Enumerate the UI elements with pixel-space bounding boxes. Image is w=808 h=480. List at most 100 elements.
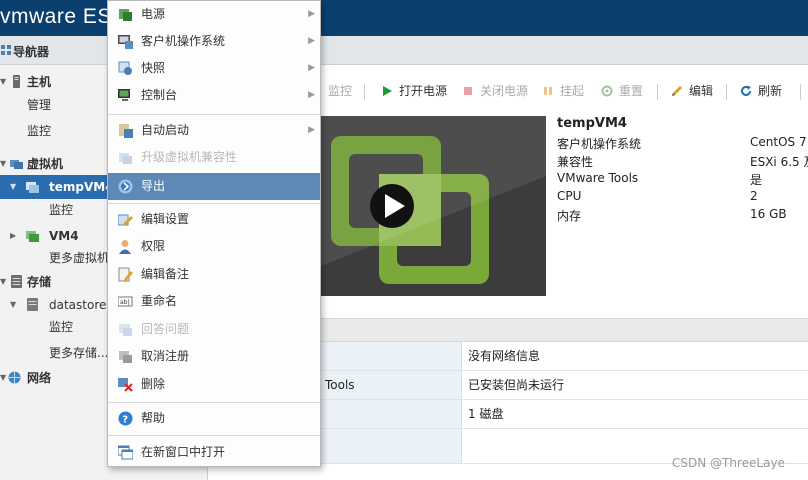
menu-item-answer-question[interactable]: 回答问题 [108,316,320,343]
caret-right-icon[interactable]: ▶ [10,232,18,240]
power-icon [119,9,132,21]
upgrade-icon [119,153,132,164]
nav-item-label: 更多虚拟机 [49,251,110,265]
menu-item-autostart[interactable]: 自动启动 ▶ [108,117,320,144]
menu-item-label: 取消注册 [141,349,190,363]
prop-key-cpu: CPU [557,189,582,203]
menu-item-label: 快照 [141,61,166,75]
navigator-title: 导航器 [13,45,50,59]
menu-item-edit-settings[interactable]: 编辑设置 [108,206,320,233]
caret-down-icon[interactable]: ▼ [0,374,8,382]
menu-item-label: 升级虚拟机兼容性 [141,150,238,164]
toolbar-divider [364,84,365,100]
edit-settings-icon [118,214,133,226]
menu-item-edit-notes[interactable]: 编辑备注 [108,261,320,288]
new-window-icon [118,445,133,460]
guest-os-icon [118,35,133,49]
nav-item-label: 更多存储... [49,346,109,360]
navigator-icon [1,45,11,55]
prop-value-cpu: 2 [750,189,758,203]
nav-item-label: 虚拟机 [27,157,64,171]
vm-icon [26,231,39,242]
menu-item-label: 编辑设置 [141,212,190,226]
refresh-icon [741,85,751,96]
menu-item-rename[interactable]: ab| 重命名 [108,288,320,315]
prop-key-vmware-tools: VMware Tools [557,171,639,185]
prop-value-guest-os: CentOS 7 ( [750,135,808,149]
toolbar-divider [657,84,658,100]
menu-item-label: 重命名 [141,294,178,308]
table-value-cell: 已安装但尚未运行 [462,371,808,400]
menu-item-snapshot[interactable]: 快照 ▶ [108,55,320,82]
menu-item-export[interactable]: 导出 [108,173,320,200]
help-icon: ? [118,411,133,426]
menu-item-open-new-window[interactable]: 在新窗口中打开 [108,439,320,466]
caret-down-icon[interactable]: ▼ [10,183,18,191]
prop-value-memory: 16 GB [750,207,787,221]
nav-item-label: datastore1 [49,298,115,312]
vm-info-table: 没有网络信息 Tools 已安装但尚未运行 1 磁盘 [321,342,808,464]
edit-label: 编辑 [689,84,714,98]
svg-text:ab|: ab| [120,299,130,306]
svg-text:?: ? [122,415,128,426]
nav-item-label: 主机 [27,75,52,89]
submenu-arrow-icon: ▶ [308,36,315,46]
rename-icon: ab| [118,296,133,307]
watermark: CSDN @ThreeLaye [672,456,785,470]
menu-item-power[interactable]: 电源 ▶ [108,1,320,28]
vms-icon [10,160,23,169]
table-value-cell: 1 磁盘 [462,400,808,429]
toolbar-divider [800,84,801,100]
menu-item-label: 电源 [141,7,166,21]
nav-item-label: VM4 [49,229,79,243]
menu-item-delete[interactable]: 删除 [108,371,320,398]
caret-down-icon[interactable]: ▼ [0,278,8,286]
vm-console-thumbnail[interactable] [321,116,546,296]
notes-icon [118,267,133,282]
table-key-cell [321,429,462,464]
menu-item-permissions[interactable]: 权限 [108,233,320,260]
submenu-arrow-icon: ▶ [308,125,315,135]
delete-icon [118,378,133,392]
caret-down-icon[interactable]: ▼ [0,78,8,86]
reset-label: 重置 [619,84,644,98]
unregister-icon [119,351,132,363]
menu-divider [108,435,320,436]
menu-item-console[interactable]: 控制台 ▶ [108,82,320,109]
submenu-arrow-icon: ▶ [308,90,315,100]
nav-item-label: 存储 [27,275,52,289]
menu-item-label: 编辑备注 [141,267,190,281]
nav-item-label: 监控 [49,320,74,334]
nav-item-label: 管理 [27,98,52,112]
power-on-label: 打开电源 [399,84,448,98]
network-icon [8,371,21,384]
reset-icon [601,85,613,97]
menu-item-upgrade-compat[interactable]: 升级虚拟机兼容性 [108,144,320,171]
menu-item-guest-os[interactable]: 客户机操作系统 ▶ [108,28,320,55]
menu-item-label: 权限 [141,239,166,253]
caret-down-icon[interactable]: ▼ [10,301,18,309]
prop-key-memory: 内存 [557,209,582,223]
pause-icon [544,87,552,95]
nav-item-label: 监控 [49,203,74,217]
datastore-icon [27,298,38,311]
vm-context-menu: 电源 ▶ 客户机操作系统 ▶ 快照 ▶ 控制台 ▶ 自动启动 ▶ 升级虚拟机兼容… [107,0,321,467]
menu-item-help[interactable]: ? 帮助 [108,405,320,432]
console-icon [118,89,130,101]
user-icon [119,240,131,254]
prop-value-vmware-tools: 是 [750,173,763,187]
host-icon [13,75,20,88]
vsphere-logo-graphic [321,116,546,296]
refresh-label: 刷新 [758,84,783,98]
menu-item-label: 回答问题 [141,322,190,336]
menu-item-label: 控制台 [141,88,178,102]
nav-item-label: 网络 [27,371,52,385]
vm-name-heading: tempVM4 [557,116,627,131]
export-icon [118,179,133,194]
pencil-icon [672,86,682,96]
menu-item-unregister[interactable]: 取消注册 [108,343,320,370]
menu-item-label: 删除 [141,377,166,391]
question-icon [119,324,132,336]
menu-divider [108,203,320,204]
caret-down-icon[interactable]: ▼ [0,160,8,168]
